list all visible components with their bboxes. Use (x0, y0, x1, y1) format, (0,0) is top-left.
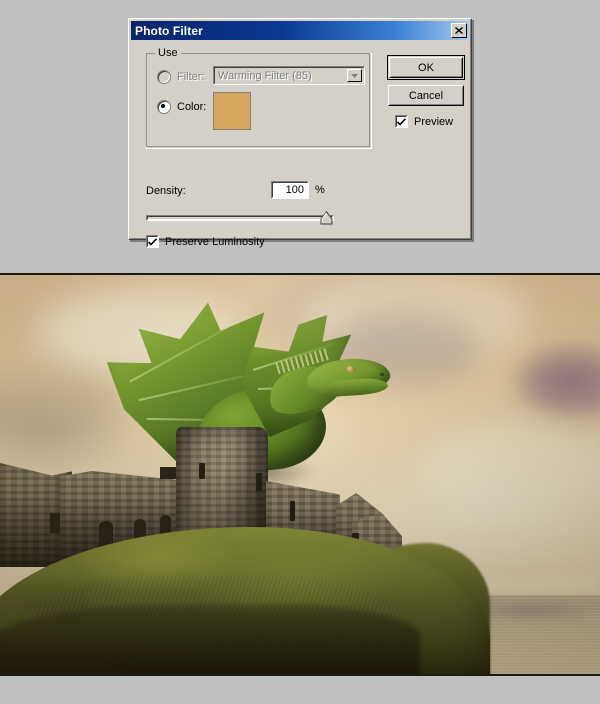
color-swatch-fill (214, 93, 250, 129)
cliff-shadow (0, 605, 420, 674)
density-value: 100 (285, 184, 304, 196)
checkmark-icon (397, 117, 406, 126)
filter-label: Filter: (177, 71, 205, 83)
dialog-title: Photo Filter (135, 23, 203, 38)
app-root: Photo Filter Use Filter: Warming Filter … (0, 0, 600, 704)
color-radio-row[interactable]: Color: (157, 100, 206, 114)
use-groupbox: Use Filter: Warming Filter (85) Color: (146, 47, 372, 149)
photo-filter-dialog: Photo Filter Use Filter: Warming Filter … (128, 18, 472, 248)
density-slider-thumb[interactable] (320, 210, 333, 225)
density-row: Density: (146, 185, 186, 197)
preview-label: Preview (414, 115, 454, 128)
preserve-luminosity-label: Preserve Luminosity (165, 235, 265, 248)
checkmark-icon (148, 237, 157, 246)
chevron-down-icon (351, 73, 358, 78)
filter-select-value: Warming Filter (85) (218, 69, 312, 82)
density-slider-track[interactable] (146, 215, 334, 221)
density-input[interactable]: 100 (271, 181, 309, 199)
filter-radio[interactable] (157, 70, 171, 84)
dragon-nostril (380, 373, 384, 376)
image-canvas[interactable] (0, 273, 600, 676)
preserve-luminosity-checkbox[interactable] (146, 235, 159, 248)
tower-window (199, 463, 205, 479)
ok-button[interactable]: OK (389, 57, 463, 78)
ok-button-label: OK (418, 61, 434, 74)
close-x-icon (455, 27, 463, 34)
photo-composition (0, 275, 600, 674)
color-label: Color: (177, 101, 207, 113)
color-radio[interactable] (157, 100, 171, 114)
preserve-luminosity-row[interactable]: Preserve Luminosity (146, 235, 265, 248)
tower-doorway (160, 467, 176, 479)
density-slider[interactable] (146, 210, 334, 225)
color-swatch[interactable] (213, 92, 251, 130)
dialog-titlebar[interactable]: Photo Filter (131, 21, 469, 40)
preview-checkbox[interactable] (395, 115, 408, 128)
tower-window (256, 473, 262, 491)
preview-row[interactable]: Preview (395, 115, 453, 128)
tower-window (290, 501, 295, 521)
slider-thumb-icon (320, 210, 333, 225)
filter-radio-row[interactable]: Filter: (157, 70, 205, 84)
wall-arch (50, 513, 60, 533)
close-button[interactable] (451, 23, 467, 38)
filter-select-arrow-button[interactable] (347, 69, 362, 82)
use-group-label: Use (155, 47, 181, 59)
ok-button-default-frame: OK (387, 55, 465, 80)
cancel-button[interactable]: Cancel (388, 85, 464, 106)
density-label: Density: (146, 185, 186, 197)
density-unit: % (315, 184, 325, 196)
filter-select[interactable]: Warming Filter (85) (213, 66, 365, 85)
cancel-button-label: Cancel (408, 89, 444, 102)
